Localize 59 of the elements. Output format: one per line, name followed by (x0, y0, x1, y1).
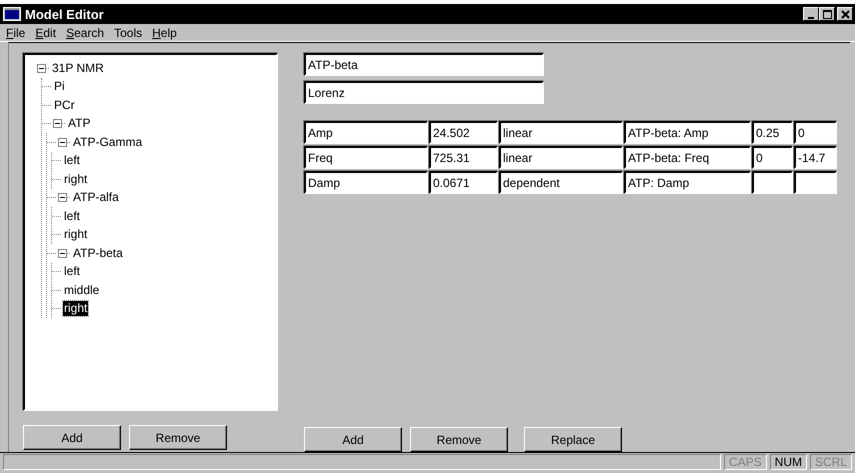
tree-item[interactable]: ATP-beta (72, 246, 124, 261)
status-indicator: NUM (770, 454, 807, 470)
tree-item[interactable]: right (63, 227, 88, 242)
parameter-cell[interactable]: 725.31 (429, 146, 498, 169)
collapse-icon[interactable] (37, 64, 46, 73)
parameter-button[interactable]: Replace (524, 427, 622, 452)
tree-item[interactable]: ATP (67, 116, 92, 132)
tree-item[interactable]: right (63, 172, 88, 187)
parameter-cell[interactable]: 0 (752, 146, 793, 169)
collapse-icon[interactable] (58, 138, 67, 147)
tree-item[interactable]: right (63, 301, 88, 316)
tree-item[interactable]: PCr (53, 98, 76, 113)
menu-item[interactable]: Help (152, 26, 177, 40)
close-icon (840, 10, 850, 19)
tree-item[interactable]: left (63, 264, 82, 280)
shape-field[interactable]: Lorenz (304, 81, 544, 104)
parameter-cell[interactable] (794, 171, 837, 194)
parameter-cell[interactable]: ATP-beta: Freq (624, 146, 751, 169)
menu-item[interactable]: Search (66, 26, 104, 40)
parameter-cell[interactable]: 24.502 (429, 121, 498, 144)
parameter-cell[interactable]: linear (499, 146, 623, 169)
parameter-cell[interactable]: 0.25 (752, 121, 793, 144)
menu-item[interactable]: Edit (35, 26, 56, 40)
maximize-icon (822, 10, 832, 19)
parameter-cell[interactable]: Damp (304, 171, 428, 194)
tree-button[interactable]: Add (23, 425, 121, 450)
menu-item[interactable]: Tools (114, 26, 142, 40)
menu-item[interactable]: File (6, 26, 26, 40)
tree-item[interactable]: 31P NMR (51, 60, 105, 76)
close-button[interactable] (837, 7, 853, 21)
parameter-cell[interactable]: dependent (499, 171, 623, 194)
parameter-button[interactable]: Remove (410, 427, 508, 452)
collapse-icon[interactable] (53, 119, 62, 128)
status-indicator: SCRL (810, 454, 852, 470)
collapse-icon[interactable] (58, 193, 67, 202)
name-field[interactable]: ATP-beta (304, 53, 544, 76)
window-title: Model Editor (25, 6, 105, 22)
status-indicator: CAPS (724, 454, 767, 470)
tree-item[interactable]: ATP-Gamma (72, 134, 144, 150)
tree-item[interactable]: left (63, 153, 82, 168)
parameter-cell[interactable]: ATP-beta: Amp (624, 121, 751, 144)
tree-item[interactable]: left (63, 208, 82, 224)
parameter-cell[interactable]: linear (499, 121, 623, 144)
parameter-cell[interactable]: Amp (304, 121, 428, 144)
parameter-cell[interactable]: 0 (794, 121, 837, 144)
maximize-button[interactable] (819, 7, 835, 21)
tree-button[interactable]: Remove (129, 425, 227, 450)
tree-item[interactable]: middle (63, 282, 100, 298)
window-icon (3, 7, 21, 21)
parameter-cell[interactable]: 0.0671 (429, 171, 498, 194)
parameter-cell[interactable] (752, 171, 793, 194)
collapse-icon[interactable] (58, 248, 67, 258)
parameter-cell[interactable]: ATP: Damp (624, 171, 751, 194)
parameter-button[interactable]: Add (304, 427, 402, 452)
tree-item[interactable]: Pi (53, 79, 66, 94)
tree-item[interactable]: ATP-alfa (72, 190, 120, 206)
minimize-button[interactable] (803, 7, 819, 21)
parameter-cell[interactable]: -14.7 (794, 146, 837, 169)
parameter-cell[interactable]: Freq (304, 146, 428, 169)
